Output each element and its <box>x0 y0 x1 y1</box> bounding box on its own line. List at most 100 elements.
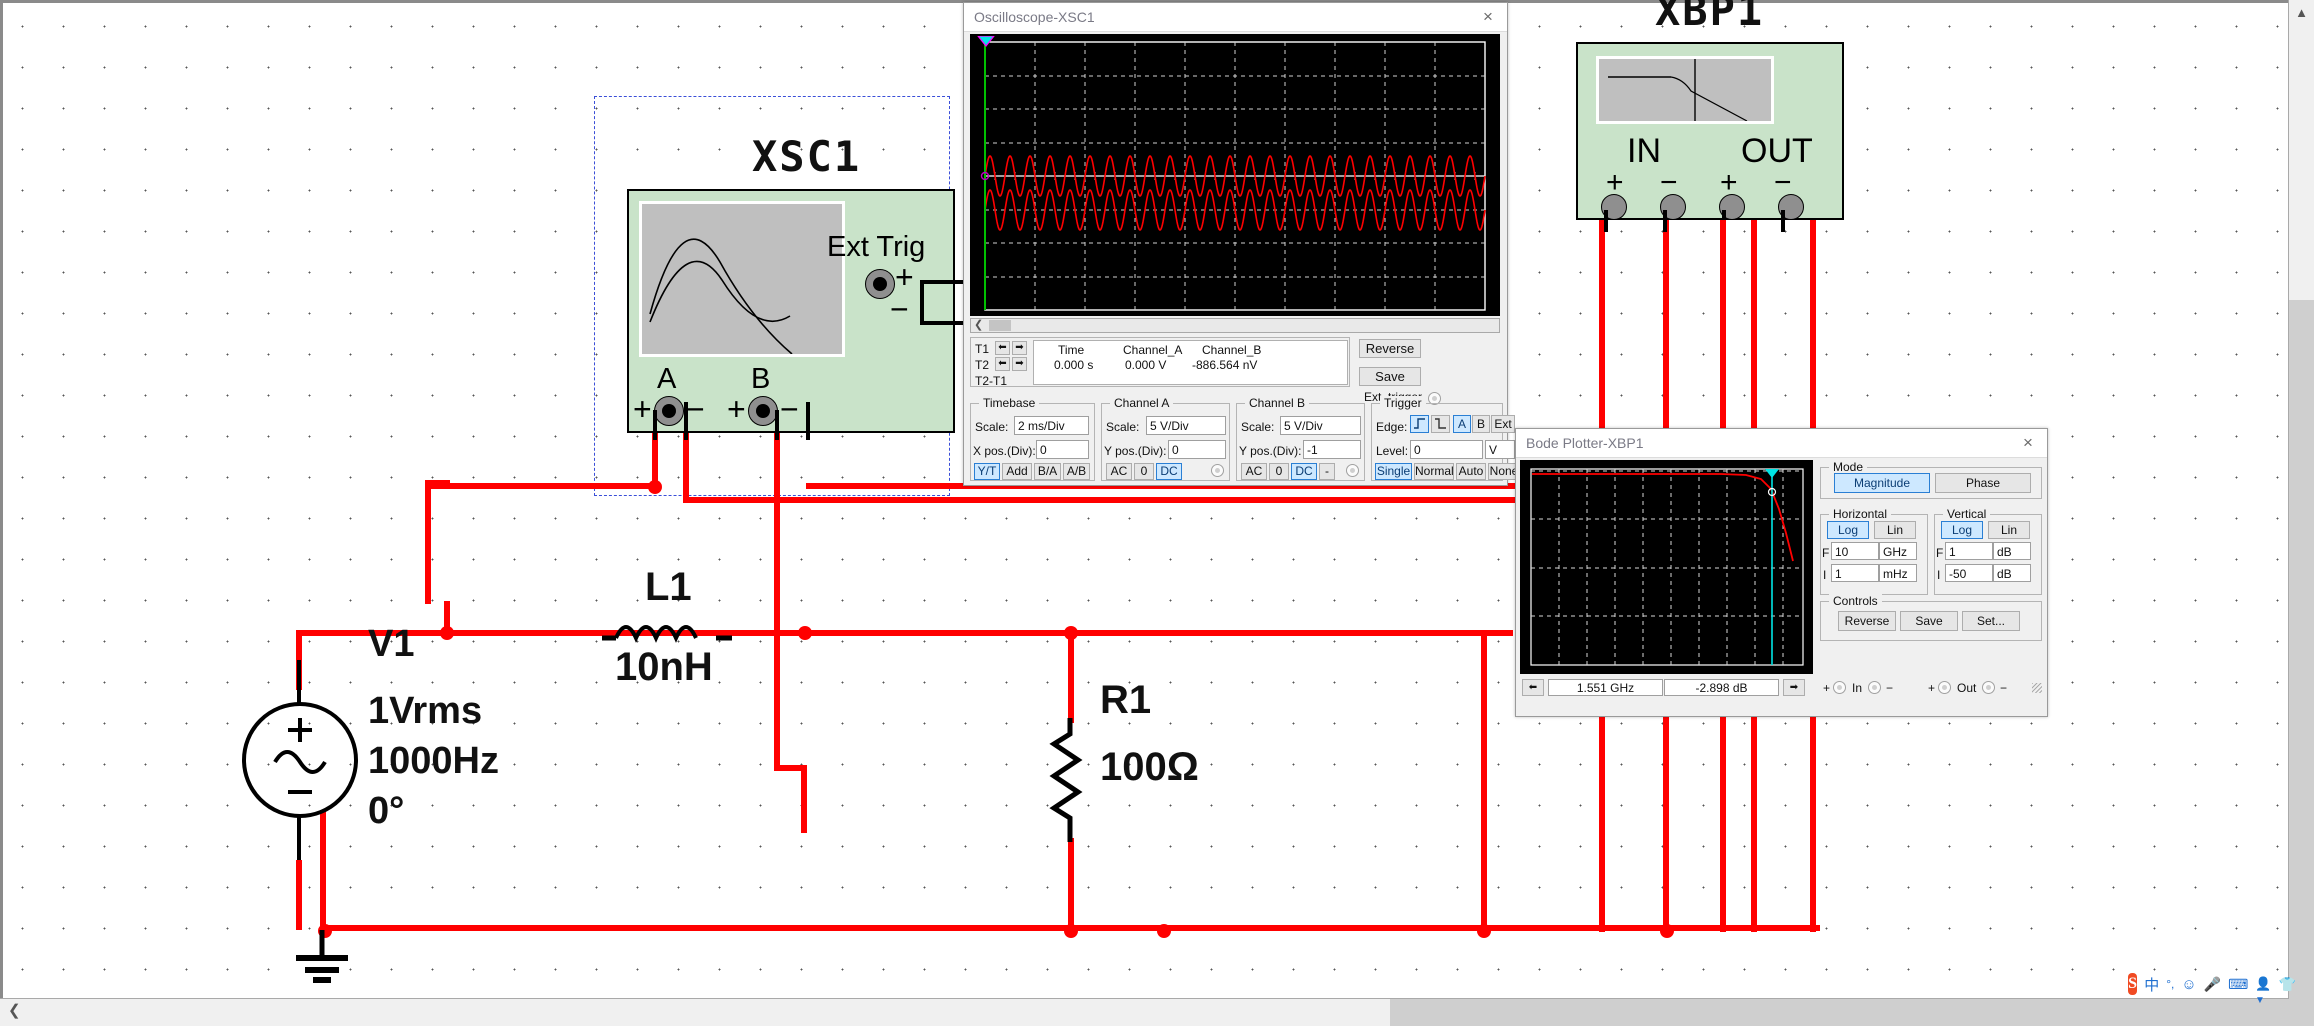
reverse-button[interactable]: Reverse <box>1359 339 1421 358</box>
wire-r1-node-rail[interactable] <box>1068 630 1513 636</box>
bode-horizontal-f-input[interactable]: 10 <box>1831 542 1879 560</box>
wire-ext-trig-h[interactable] <box>806 483 812 489</box>
trigger-edge-rising-button[interactable] <box>1410 415 1429 433</box>
trigger-source-b-button[interactable]: B <box>1472 415 1490 433</box>
horizontal-scroll-thumb[interactable] <box>0 999 1390 1026</box>
oscilloscope-screen[interactable] <box>970 34 1500 316</box>
bode-vertical-i-input[interactable]: -50 <box>1945 564 1993 582</box>
trigger-source-a-button[interactable]: A <box>1453 415 1471 433</box>
bode-cursor-right-button[interactable]: ➡ <box>1783 679 1805 696</box>
close-icon[interactable]: × <box>2017 432 2039 454</box>
wire-scopeA-down[interactable] <box>444 601 450 605</box>
bode-reverse-button[interactable]: Reverse <box>1838 611 1896 631</box>
channel-b-coupling-dash-button[interactable]: - <box>1319 463 1335 480</box>
bode-vertical-f-input[interactable]: 1 <box>1945 542 1993 560</box>
trigger-mode-normal-button[interactable]: Normal <box>1414 463 1454 480</box>
trigger-level-input[interactable]: 0 <box>1410 440 1483 459</box>
bode-in-plus-radio[interactable] <box>1833 681 1846 694</box>
bode-mode-phase-button[interactable]: Phase <box>1935 473 2031 493</box>
bode-vertical-log-button[interactable]: Log <box>1941 521 1983 539</box>
chevron-left-icon[interactable]: ❮ <box>8 1003 21 1018</box>
wire-right-1[interactable] <box>1481 633 1487 931</box>
mic-icon[interactable]: 🎤 <box>2204 976 2221 993</box>
bode-vertical-lin-button[interactable]: Lin <box>1988 521 2030 539</box>
smiley-icon[interactable]: ☺ <box>2181 976 2196 993</box>
oscilloscope-window[interactable]: Oscilloscope-XSC1 × ❮ T1 T2 T2-T1 ⬅ ➡ ⬅ … <box>963 2 1520 486</box>
bode-save-button[interactable]: Save <box>1900 611 1958 631</box>
bode-horizontal-f-unit[interactable]: GHz <box>1879 542 1917 560</box>
trigger-source-ext-button[interactable]: Ext <box>1491 415 1515 433</box>
trigger-mode-auto-button[interactable]: Auto <box>1456 463 1486 480</box>
cursor-t1-left-button[interactable]: ⬅ <box>995 341 1010 355</box>
bode-set-button[interactable]: Set... <box>1962 611 2020 631</box>
cursor-t2-right-button[interactable]: ➡ <box>1012 357 1027 371</box>
close-icon[interactable]: × <box>1477 6 1499 28</box>
xsc1-channel-b-terminal[interactable] <box>748 396 778 426</box>
timebase-mode-ab-button[interactable]: A/B <box>1063 463 1090 480</box>
bode-plotter-titlebar[interactable]: Bode Plotter-XBP1 × <box>1516 429 2047 458</box>
component-v1[interactable] <box>240 700 360 820</box>
trigger-edge-falling-button[interactable] <box>1431 415 1450 433</box>
channel-b-ypos-input[interactable]: -1 <box>1303 440 1361 459</box>
ime-expand-icon[interactable]: ▼ <box>2255 995 2265 1006</box>
channel-a-scale-input[interactable]: 5 V/Div <box>1146 416 1226 435</box>
oscilloscope-titlebar[interactable]: Oscilloscope-XSC1 × <box>964 3 1507 32</box>
channel-b-scale-input[interactable]: 5 V/Div <box>1280 416 1361 435</box>
wire-node-v1-up2[interactable] <box>425 480 431 604</box>
bode-cursor-left-button[interactable]: ⬅ <box>1522 679 1544 696</box>
shirt-icon[interactable]: 👕 <box>2279 976 2296 993</box>
bode-horizontal-i-unit[interactable]: mHz <box>1879 564 1917 582</box>
wire-scope-b-plus-v[interactable] <box>774 400 780 768</box>
channel-a-ypos-input[interactable]: 0 <box>1168 440 1226 459</box>
wire-scope-b-plus-v2[interactable] <box>801 765 807 833</box>
channel-a-coupling-dc-button[interactable]: DC <box>1156 463 1182 480</box>
channel-b-coupling-ac-button[interactable]: AC <box>1241 463 1267 480</box>
channel-b-coupling-dc-button[interactable]: DC <box>1291 463 1317 480</box>
bode-vertical-i-unit[interactable]: dB <box>1993 564 2031 582</box>
wire-xbp-in-plus[interactable] <box>1599 220 1605 445</box>
wire-v1-to-ground[interactable] <box>320 810 326 928</box>
channel-a-probe-radio[interactable] <box>1211 464 1224 477</box>
cursor-t1-right-button[interactable]: ➡ <box>1012 341 1027 355</box>
xbp1-symbol[interactable]: IN OUT + − + − <box>1576 42 1844 220</box>
ground-symbol[interactable] <box>288 930 356 990</box>
bode-plotter-window[interactable]: Bode Plotter-XBP1 × Mode Magnitude Phase… <box>1515 428 2048 717</box>
chevron-left-icon[interactable]: ❮ <box>974 318 983 331</box>
timeline-thumb[interactable] <box>989 320 1011 331</box>
timebase-mode-add-button[interactable]: Add <box>1002 463 1032 480</box>
trigger-mode-single-button[interactable]: Single <box>1375 463 1412 480</box>
channel-a-coupling-ac-button[interactable]: AC <box>1106 463 1132 480</box>
wire-scope-b-plus-jog[interactable] <box>774 765 804 771</box>
timebase-mode-yt-button[interactable]: Y/T <box>974 463 1000 480</box>
scroll-up-button[interactable]: ▲ <box>2289 0 2314 25</box>
vertical-scroll-thumb[interactable] <box>2289 25 2314 300</box>
bode-mode-magnitude-button[interactable]: Magnitude <box>1834 473 1930 493</box>
oscilloscope-timeline-scrollbar[interactable]: ❮ <box>970 318 1500 333</box>
channel-b-probe-radio[interactable] <box>1346 464 1359 477</box>
cursor-t2-left-button[interactable]: ⬅ <box>995 357 1010 371</box>
ime-punctuation-icon[interactable]: °, <box>2166 977 2174 991</box>
channel-b-coupling-zero-button[interactable]: 0 <box>1269 463 1289 480</box>
timebase-mode-ba-button[interactable]: B/A <box>1034 463 1061 480</box>
save-button[interactable]: Save <box>1359 367 1421 386</box>
keyboard-icon[interactable]: ⌨ <box>2228 976 2248 993</box>
xsc1-channel-a-terminal[interactable] <box>654 396 684 426</box>
wire-r1-top[interactable] <box>1068 633 1074 723</box>
horizontal-scrollbar[interactable]: ❮ <box>0 998 2289 1026</box>
timebase-scale-input[interactable]: 2 ms/Div <box>1014 416 1089 435</box>
wire-r1-bottom[interactable] <box>1068 838 1074 930</box>
bode-horizontal-log-button[interactable]: Log <box>1827 521 1869 539</box>
xsc1-symbol[interactable]: Ext Trig + − A + − B + − <box>627 189 955 433</box>
ime-chinese-mode-icon[interactable]: 中 <box>2144 974 2159 995</box>
wire-v1-bottom-red[interactable] <box>296 860 302 930</box>
ime-toolbar[interactable]: S 中 °, ☺ 🎤 ⌨ 👤 👕 <box>2128 968 2296 1000</box>
channel-a-coupling-zero-button[interactable]: 0 <box>1134 463 1154 480</box>
bode-out-plus-radio[interactable] <box>1938 681 1951 694</box>
bode-horizontal-lin-button[interactable]: Lin <box>1874 521 1916 539</box>
bode-vertical-f-unit[interactable]: dB <box>1993 542 2031 560</box>
sogou-logo-icon[interactable]: S <box>2128 973 2138 995</box>
bode-out-minus-radio[interactable] <box>1982 681 1995 694</box>
vertical-scrollbar[interactable]: ▲ <box>2288 0 2314 1026</box>
trigger-level-unit[interactable]: V <box>1485 440 1515 459</box>
bode-in-minus-radio[interactable] <box>1868 681 1881 694</box>
